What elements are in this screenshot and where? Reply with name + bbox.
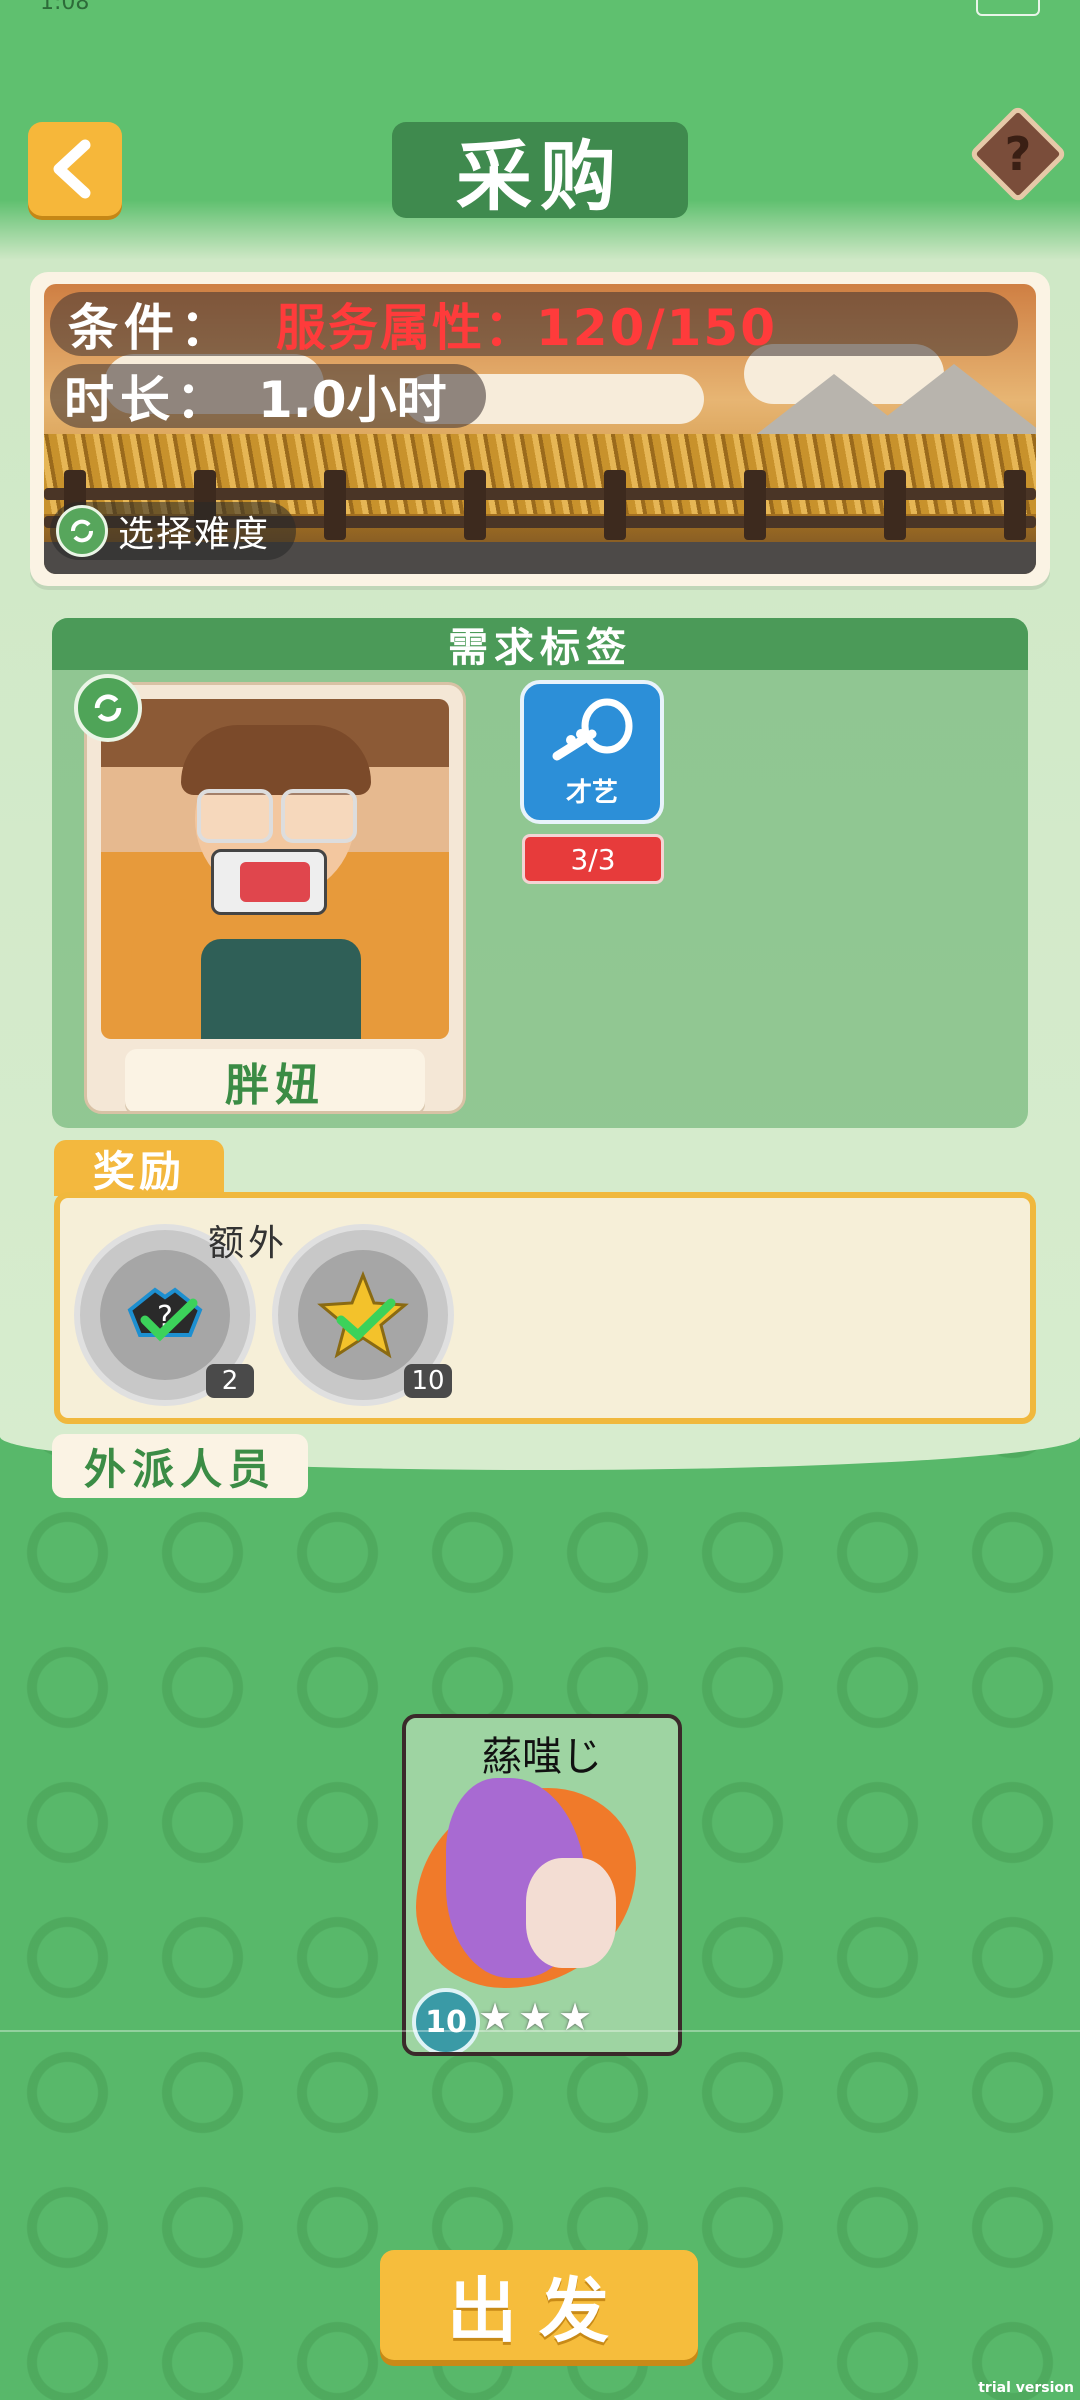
- duration-label: 时长：: [64, 371, 232, 429]
- requirements-title: 需求标签: [448, 625, 632, 671]
- question-mark-icon: ?: [1004, 127, 1032, 181]
- rewards-tab: 奖励: [54, 1140, 224, 1196]
- reward-item[interactable]: 10: [272, 1224, 454, 1406]
- duration-row: 时长： 1.0小时: [50, 364, 486, 429]
- star-item-icon: [317, 1270, 409, 1359]
- chevron-left-icon: [53, 139, 91, 199]
- staff-level-badge: 10: [412, 1988, 480, 2052]
- star-icon: ★: [558, 1995, 593, 2039]
- extra-reward-label: 额外: [208, 1223, 289, 1264]
- tuba-icon: [552, 698, 633, 760]
- back-button[interactable]: [28, 122, 122, 216]
- battery-icon: [976, 0, 1040, 16]
- staff-name: 蕬嗤じ: [482, 1734, 602, 1780]
- depart-button[interactable]: 出发: [380, 2250, 698, 2360]
- trial-watermark: trial version: [978, 2380, 1074, 2396]
- star-icon: ★: [518, 1995, 553, 2039]
- tag-progress-text: 3/3: [570, 842, 616, 876]
- reward-count: 2: [206, 1364, 254, 1398]
- refresh-customer-button[interactable]: [74, 674, 142, 742]
- dispatch-staff-text: 外派人员: [83, 1444, 276, 1494]
- status-bar: 1:08: [0, 0, 1080, 20]
- page-title-box: 采购: [392, 122, 688, 221]
- help-button[interactable]: ?: [968, 104, 1068, 204]
- refresh-icon: [94, 694, 122, 722]
- duration-value: 1.0小时: [258, 371, 447, 429]
- customer-name: 胖妞: [225, 1060, 325, 1111]
- talent-tag[interactable]: 才艺: [520, 680, 664, 824]
- difficulty-label: 选择难度: [118, 514, 271, 555]
- staff-card[interactable]: 蕬嗤じ 10 ★ ★ ★: [402, 1714, 682, 2056]
- tag-progress-badge: 3/3: [522, 834, 664, 884]
- select-difficulty-button[interactable]: 选择难度: [50, 502, 296, 560]
- customer-portrait: [101, 699, 449, 1039]
- staff-star-rating: ★ ★ ★: [478, 1995, 593, 2039]
- dispatch-staff-label: 外派人员: [52, 1434, 308, 1498]
- condition-label: 条件：: [68, 299, 236, 357]
- status-time: 1:08: [40, 0, 90, 15]
- requirements-header: 需求标签: [52, 618, 1028, 671]
- condition-row: 条件： 服务属性：120/150: [50, 292, 1018, 357]
- customer-name-plate: 胖妞: [125, 1049, 425, 1111]
- page-title: 采购: [456, 132, 624, 221]
- rewards-tab-label: 奖励: [92, 1146, 185, 1196]
- depart-button-label: 出发: [447, 2269, 631, 2352]
- refresh-icon: [56, 505, 108, 557]
- talent-tag-label: 才艺: [565, 777, 618, 808]
- star-icon: ★: [478, 1995, 513, 2039]
- mystery-item-icon: ?: [127, 1287, 203, 1342]
- divider: [0, 2030, 1080, 2032]
- customer-card[interactable]: 胖妞: [84, 682, 466, 1114]
- reward-count: 10: [404, 1364, 452, 1398]
- rewards-box: ? 2 10: [54, 1192, 1036, 1424]
- requirements-panel: 需求标签 胖妞 才艺 3/3: [52, 618, 1028, 1128]
- condition-value: 服务属性：120/150: [276, 299, 778, 357]
